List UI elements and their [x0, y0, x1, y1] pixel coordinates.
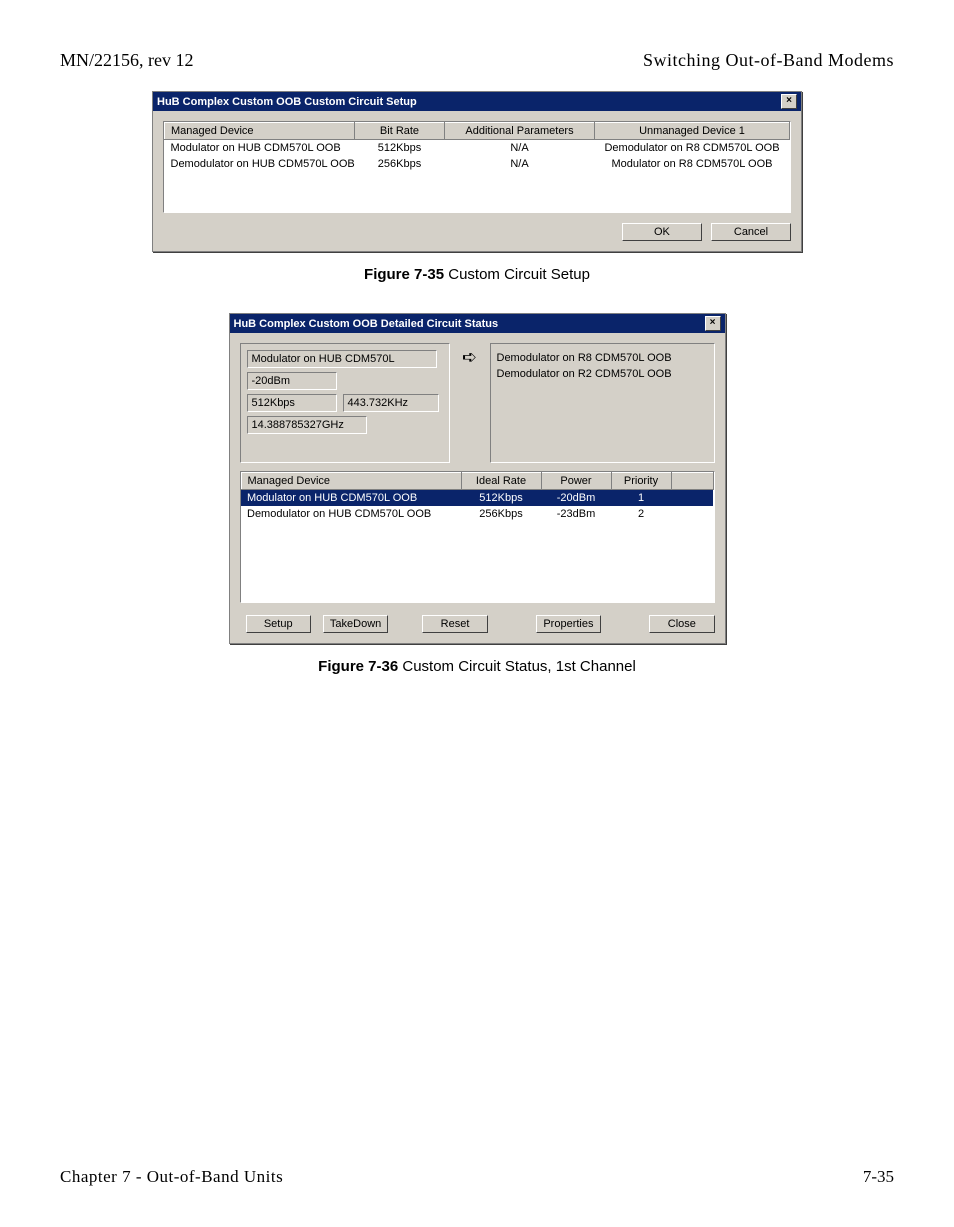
properties-button[interactable]: Properties — [536, 615, 601, 633]
caption-number: Figure 7-35 — [364, 266, 444, 283]
cell-params: N/A — [445, 156, 595, 172]
footer-page-number: 7-35 — [863, 1167, 894, 1187]
caption-text: Custom Circuit Setup — [444, 266, 590, 283]
table-header-row: Managed Device Ideal Rate Power Priority — [241, 473, 713, 490]
ok-button[interactable]: OK — [622, 223, 702, 241]
cell-priority: 2 — [611, 506, 671, 522]
cell-bitrate: 256Kbps — [355, 156, 445, 172]
custom-circuit-setup-dialog: HuB Complex Custom OOB Custom Circuit Se… — [152, 91, 802, 252]
cancel-button[interactable]: Cancel — [711, 223, 791, 241]
page-header: MN/22156, rev 12 Switching Out-of-Band M… — [60, 50, 894, 71]
cell-priority: 1 — [611, 490, 671, 507]
close-icon[interactable]: × — [781, 94, 797, 109]
table-row[interactable]: Modulator on HUB CDM570L OOB 512Kbps N/A… — [165, 140, 790, 157]
page-footer: Chapter 7 - Out-of-Band Units 7-35 — [60, 1167, 894, 1187]
dialog1-table: Managed Device Bit Rate Additional Param… — [163, 121, 791, 213]
close-button[interactable]: Close — [649, 615, 714, 633]
table-row[interactable]: Demodulator on HUB CDM570L OOB 256Kbps N… — [165, 156, 790, 172]
col-power[interactable]: Power — [541, 473, 611, 490]
close-icon[interactable]: × — [705, 316, 721, 331]
caption-text: Custom Circuit Status, 1st Channel — [398, 658, 636, 675]
col-blank — [671, 473, 713, 490]
cell-device: Modulator on HUB CDM570L OOB — [241, 490, 461, 507]
cell-rate: 256Kbps — [461, 506, 541, 522]
modulator-name-field: Modulator on HUB CDM570L — [247, 350, 437, 368]
cell-unmanaged: Demodulator on R8 CDM570L OOB — [595, 140, 790, 157]
cell-device: Demodulator on HUB CDM570L OOB — [165, 156, 355, 172]
header-doc-id: MN/22156, rev 12 — [60, 50, 194, 71]
caption-number: Figure 7-36 — [318, 658, 398, 675]
takedown-button[interactable]: TakeDown — [323, 615, 388, 633]
dialog2-titlebar: HuB Complex Custom OOB Detailed Circuit … — [230, 314, 725, 333]
figure-7-36-caption: Figure 7-36 Custom Circuit Status, 1st C… — [60, 658, 894, 675]
col-unmanaged-device[interactable]: Unmanaged Device 1 — [595, 123, 790, 140]
cell-bitrate: 512Kbps — [355, 140, 445, 157]
cell-power: -23dBm — [541, 506, 611, 522]
demod-line-2: Demodulator on R2 CDM570L OOB — [497, 366, 708, 382]
cell-device: Modulator on HUB CDM570L OOB — [165, 140, 355, 157]
table-row[interactable]: Modulator on HUB CDM570L OOB 512Kbps -20… — [241, 490, 713, 507]
col-bit-rate[interactable]: Bit Rate — [355, 123, 445, 140]
freq-field: 14.388785327GHz — [247, 416, 367, 434]
cell-device: Demodulator on HUB CDM570L OOB — [241, 506, 461, 522]
dialog2-title: HuB Complex Custom OOB Detailed Circuit … — [234, 318, 499, 330]
power-field: -20dBm — [247, 372, 337, 390]
dialog1-title: HuB Complex Custom OOB Custom Circuit Se… — [157, 96, 417, 108]
setup-button[interactable]: Setup — [246, 615, 311, 633]
table-row[interactable]: Demodulator on HUB CDM570L OOB 256Kbps -… — [241, 506, 713, 522]
khz-field: 443.732KHz — [343, 394, 439, 412]
dialog2-table: Managed Device Ideal Rate Power Priority… — [240, 471, 715, 603]
demodulator-list-panel: Demodulator on R8 CDM570L OOB Demodulato… — [490, 343, 715, 463]
col-priority[interactable]: Priority — [611, 473, 671, 490]
rate-field: 512Kbps — [247, 394, 337, 412]
figure-7-35-caption: Figure 7-35 Custom Circuit Setup — [60, 266, 894, 283]
cell-power: -20dBm — [541, 490, 611, 507]
modulator-details-panel: Modulator on HUB CDM570L -20dBm 512Kbps … — [240, 343, 450, 463]
footer-chapter: Chapter 7 - Out-of-Band Units — [60, 1167, 283, 1187]
col-managed-device[interactable]: Managed Device — [241, 473, 461, 490]
demod-line-1: Demodulator on R8 CDM570L OOB — [497, 350, 708, 366]
reset-button[interactable]: Reset — [422, 615, 487, 633]
header-section-title: Switching Out-of-Band Modems — [643, 50, 894, 71]
col-ideal-rate[interactable]: Ideal Rate — [461, 473, 541, 490]
cell-unmanaged: Modulator on R8 CDM570L OOB — [595, 156, 790, 172]
dialog1-titlebar: HuB Complex Custom OOB Custom Circuit Se… — [153, 92, 801, 111]
table-header-row: Managed Device Bit Rate Additional Param… — [165, 123, 790, 140]
arrow-right-icon: ➪ — [458, 343, 482, 371]
detailed-circuit-status-dialog: HuB Complex Custom OOB Detailed Circuit … — [229, 313, 726, 644]
col-additional-params[interactable]: Additional Parameters — [445, 123, 595, 140]
cell-rate: 512Kbps — [461, 490, 541, 507]
cell-params: N/A — [445, 140, 595, 157]
col-managed-device[interactable]: Managed Device — [165, 123, 355, 140]
